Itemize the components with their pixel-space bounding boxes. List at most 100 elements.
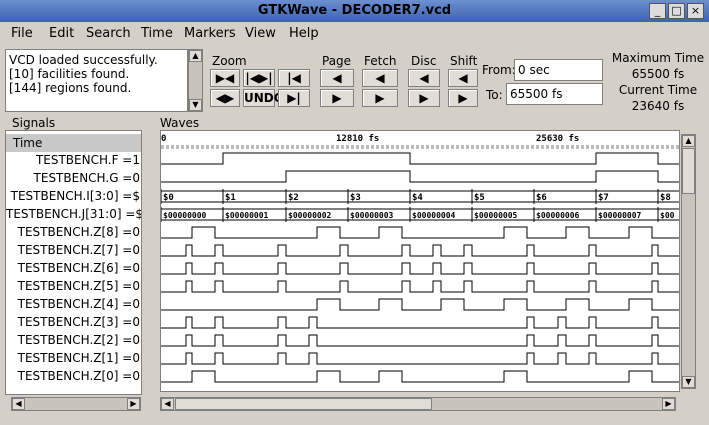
zoom-in-icon: |◀▶| — [245, 71, 273, 85]
menu-file[interactable]: File — [11, 26, 33, 41]
disc-right-button[interactable]: ▶ — [408, 89, 440, 107]
menu-view[interactable]: View — [245, 26, 276, 41]
signal-row[interactable]: TESTBENCH.Z[5] =0 — [6, 279, 141, 297]
vscroll-thumb[interactable] — [682, 148, 695, 194]
arrow-right-icon: ▶ — [419, 91, 429, 105]
waveform-z7 — [161, 244, 679, 257]
waveform-z6 — [161, 262, 679, 275]
scroll-up-icon[interactable]: ▲ — [682, 135, 695, 147]
arrow-right-icon: ▶ — [458, 91, 468, 105]
maximize-button[interactable]: □ — [668, 3, 685, 19]
bus-i-value: $4 — [412, 193, 423, 203]
menu-search[interactable]: Search — [86, 26, 131, 41]
signal-row[interactable]: TESTBENCH.F =1 — [6, 153, 141, 171]
scroll-right-icon[interactable]: ▶ — [662, 398, 675, 410]
waveform-g — [161, 170, 679, 183]
waves-vscrollbar[interactable]: ▲ ▼ — [681, 134, 696, 389]
signal-row[interactable]: TESTBENCH.G =0 — [6, 171, 141, 189]
signal-row[interactable]: TESTBENCH.Z[2] =0 — [6, 333, 141, 351]
menu-markers[interactable]: Markers — [184, 26, 236, 41]
page-left-button[interactable]: ◀ — [320, 69, 354, 87]
to-field[interactable]: 65500 fs — [506, 83, 603, 105]
bus-j-value: $00000003 — [350, 211, 394, 220]
bus-i-value: $1 — [225, 193, 236, 203]
shift-right-button[interactable]: ▶ — [448, 89, 478, 107]
scroll-right-icon[interactable]: ▶ — [127, 398, 140, 410]
zoom-fit-icon: ▶◀ — [215, 71, 235, 85]
bus-j-value: $00000005 — [474, 211, 518, 220]
waveform-z0 — [161, 370, 679, 383]
bus-j-value: $00000001 — [225, 211, 269, 220]
waveform-z4 — [161, 298, 679, 311]
disc-label: Disc — [411, 54, 437, 68]
hscroll-thumb[interactable] — [175, 398, 432, 410]
waveform-z2 — [161, 334, 679, 347]
signal-row[interactable]: TESTBENCH.I[3:0] =$ — [6, 189, 141, 207]
max-time-label: Maximum Time — [611, 51, 705, 65]
waves-canvas[interactable]: 0 12810 fs 25630 fs $0 $1 $2 $3 $4 $5 $6 — [160, 130, 680, 392]
bus-i-value: $5 — [474, 193, 485, 203]
message-line: [144] regions found. — [9, 81, 132, 95]
arrow-left-icon: ◀ — [375, 71, 385, 85]
right-end-arrow-icon: ▶| — [287, 91, 301, 105]
bus-j-value: $00000004 — [412, 211, 456, 220]
close-button[interactable]: × — [687, 3, 704, 19]
zoom-in-button[interactable]: |◀▶| — [243, 69, 275, 87]
zoom-fit-button[interactable]: ▶◀ — [210, 69, 240, 87]
signal-row[interactable]: TESTBENCH.Z[1] =0 — [6, 351, 141, 369]
signal-row[interactable]: TESTBENCH.Z[7] =0 — [6, 243, 141, 261]
page-right-button[interactable]: ▶ — [320, 89, 354, 107]
scroll-left-icon[interactable]: ◀ — [161, 398, 174, 410]
waveform-z8 — [161, 226, 679, 239]
minimize-button[interactable]: _ — [649, 3, 666, 19]
scroll-down-icon[interactable]: ▼ — [682, 376, 695, 388]
menu-edit[interactable]: Edit — [49, 26, 74, 41]
zoom-out-icon: ◀▶ — [215, 91, 235, 105]
undo-zoom-button[interactable]: UNDO — [243, 89, 284, 107]
current-time-value: 23640 fs — [631, 99, 685, 113]
from-field[interactable]: 0 sec — [514, 59, 603, 81]
time-marker: 25630 fs — [536, 134, 579, 144]
signal-row[interactable]: TESTBENCH.Z[0] =0 — [6, 369, 141, 387]
zoom-label: Zoom — [212, 54, 247, 68]
bus-i-value: $7 — [598, 193, 609, 203]
scroll-left-icon[interactable]: ◀ — [12, 398, 25, 410]
bus-j-value: $00000002 — [288, 211, 332, 220]
shift-label: Shift — [450, 54, 478, 68]
fetch-left-button[interactable]: ◀ — [362, 69, 398, 87]
bus-j-value: $00000000 — [163, 211, 207, 220]
signals-list[interactable]: Time TESTBENCH.F =1 TESTBENCH.G =0 TESTB… — [5, 130, 142, 395]
signal-row[interactable]: TESTBENCH.Z[8] =0 — [6, 225, 141, 243]
to-label: To: — [486, 88, 503, 102]
signals-header: Time — [6, 134, 141, 152]
bus-i-value: $2 — [288, 193, 299, 203]
bus-i-value: $8 — [660, 193, 671, 203]
zoom-out-button[interactable]: ◀▶ — [210, 89, 240, 107]
scroll-up-icon[interactable]: ▲ — [189, 50, 202, 62]
signal-row[interactable]: TESTBENCH.Z[6] =0 — [6, 261, 141, 279]
message-scrollbar[interactable]: ▲ ▼ — [188, 49, 203, 112]
menu-help[interactable]: Help — [289, 26, 319, 41]
page-label: Page — [322, 54, 352, 68]
waves-hscrollbar[interactable]: ◀ ▶ — [160, 397, 676, 411]
signal-row[interactable]: TESTBENCH.J[31:0] =$ — [6, 207, 141, 225]
bus-j-value: $00000007 — [598, 211, 642, 220]
fetch-label: Fetch — [364, 54, 397, 68]
bus-i-value: $0 — [163, 193, 174, 203]
waves-title: Waves — [160, 116, 200, 130]
signals-hscrollbar[interactable]: ◀ ▶ — [11, 397, 141, 411]
zoom-start-button[interactable]: |◀ — [278, 69, 310, 87]
current-time-label: Current Time — [618, 83, 698, 97]
signal-row[interactable]: TESTBENCH.Z[3] =0 — [6, 315, 141, 333]
waveform-z5 — [161, 280, 679, 293]
message-line: [10] facilities found. — [9, 67, 130, 81]
window-title: GTKWave - DECODER7.vcd — [257, 3, 452, 18]
zoom-end-button[interactable]: ▶| — [278, 89, 310, 107]
scroll-down-icon[interactable]: ▼ — [189, 99, 202, 111]
fetch-right-button[interactable]: ▶ — [362, 89, 398, 107]
signal-row[interactable]: TESTBENCH.Z[4] =0 — [6, 297, 141, 315]
disc-left-button[interactable]: ◀ — [408, 69, 440, 87]
menu-time[interactable]: Time — [141, 26, 173, 41]
arrow-right-icon: ▶ — [375, 91, 385, 105]
shift-left-button[interactable]: ◀ — [448, 69, 478, 87]
